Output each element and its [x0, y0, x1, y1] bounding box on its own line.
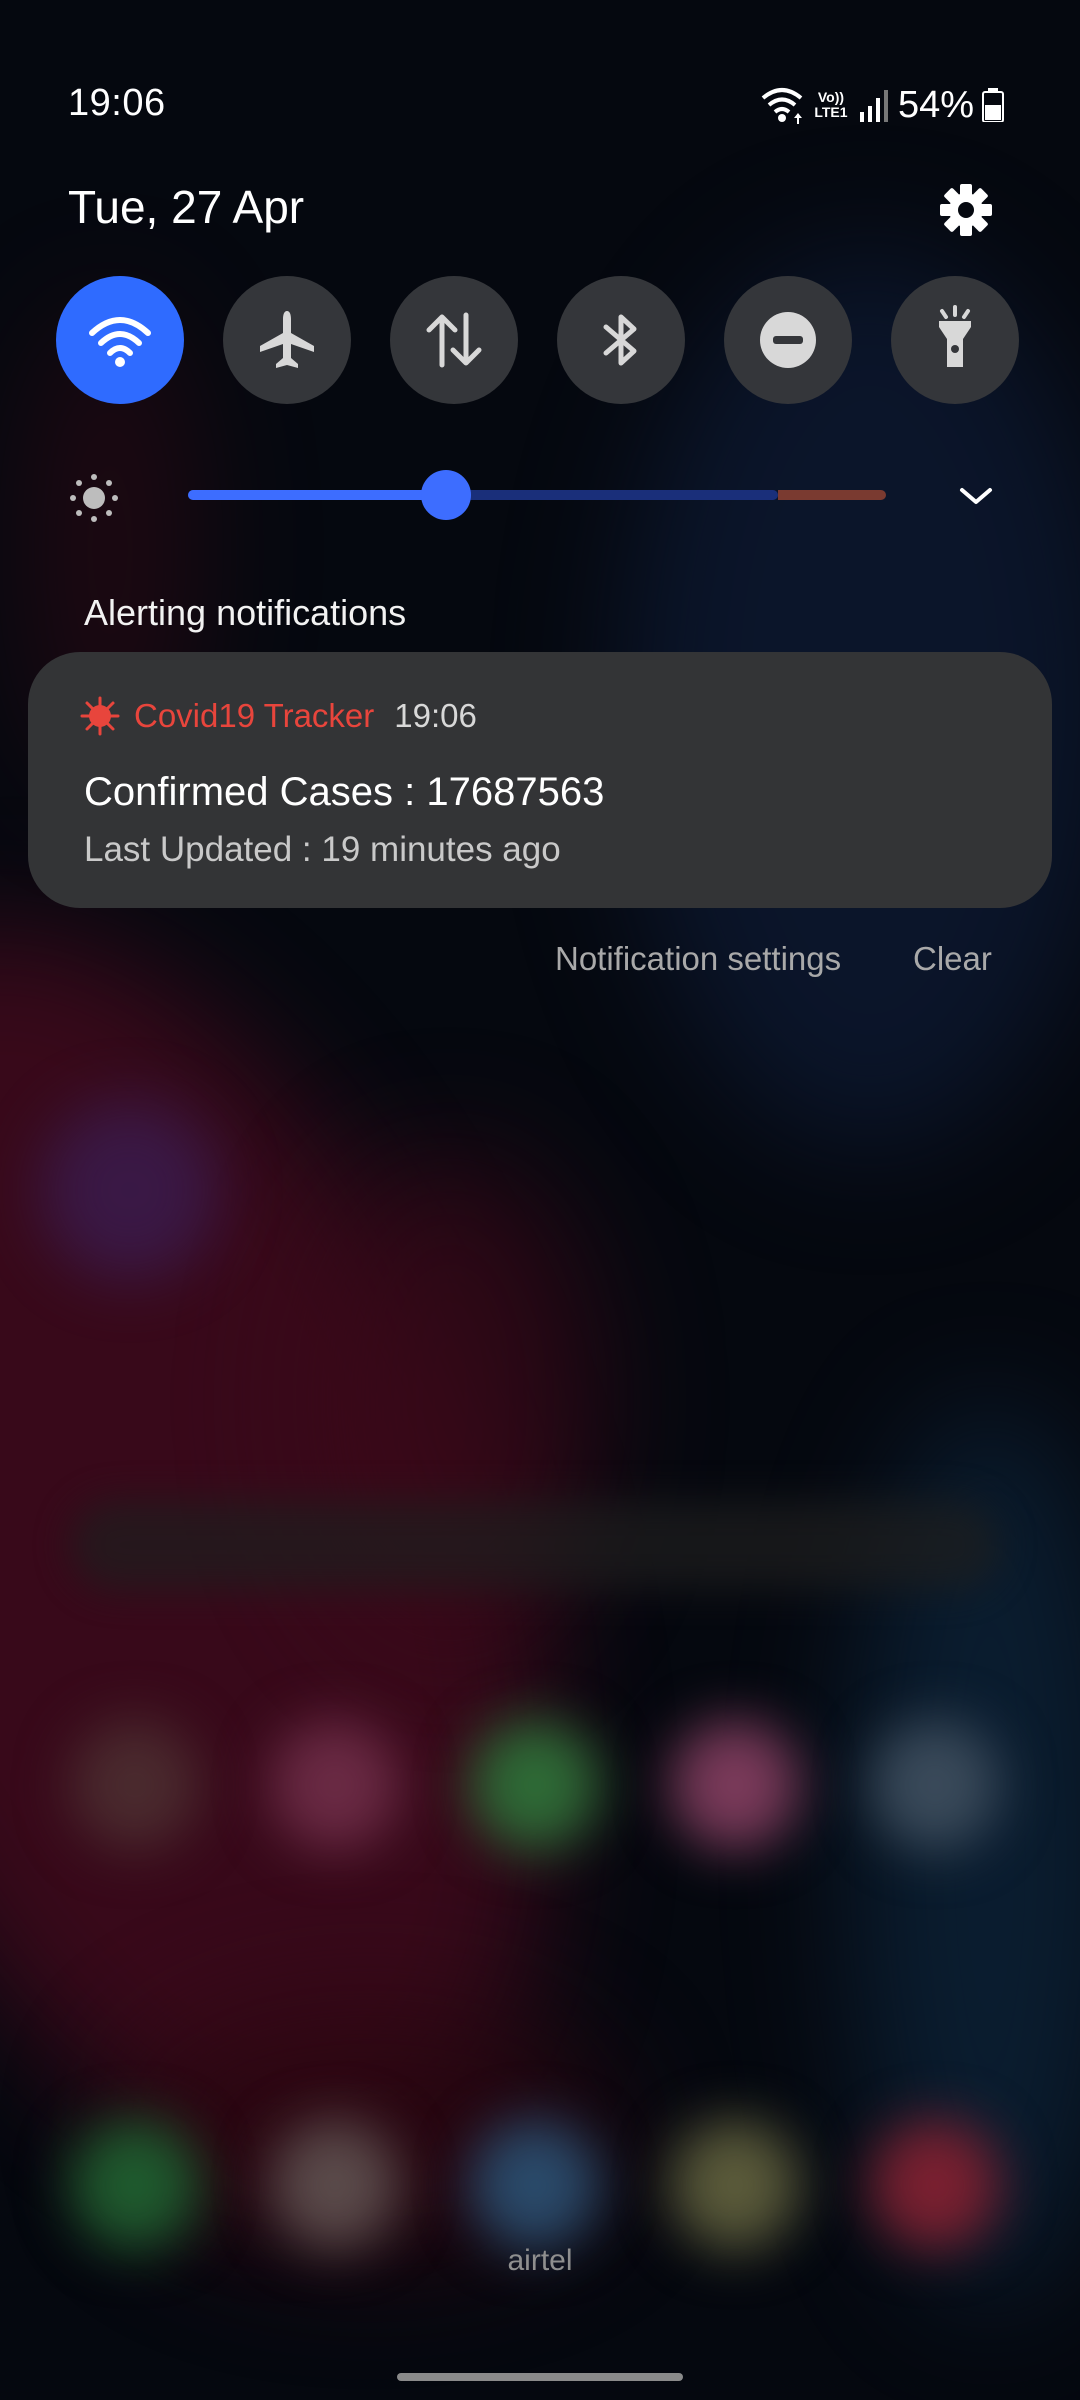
- virus-icon: [80, 696, 120, 736]
- notification-time: 19:06: [394, 697, 477, 734]
- wifi-tile[interactable]: [56, 276, 184, 404]
- gear-icon: [940, 184, 992, 236]
- wifi-icon: [89, 317, 151, 367]
- carrier-label: airtel: [507, 2244, 573, 2277]
- chevron-down-icon: [960, 488, 992, 504]
- battery-icon: [982, 88, 1004, 122]
- bluetooth-tile[interactable]: [557, 276, 685, 404]
- clear-button[interactable]: Clear: [913, 940, 992, 978]
- home-indicator[interactable]: [397, 2373, 683, 2381]
- brightness-icon: [68, 472, 120, 529]
- data-arrows-icon: [426, 312, 482, 368]
- notification-settings-button[interactable]: Notification settings: [555, 940, 841, 978]
- dnd-icon: [760, 312, 816, 368]
- bluetooth-icon: [603, 314, 637, 366]
- status-time: 19:06: [68, 82, 166, 124]
- date-label: Tue, 27 Apr: [68, 181, 305, 233]
- brightness-track-warm: [778, 490, 886, 500]
- expand-panel-button[interactable]: [950, 480, 1002, 512]
- status-icons: Vo)) LTE1 54%: [760, 82, 1004, 128]
- airplane-icon: [260, 311, 314, 368]
- brightness-fill: [188, 490, 446, 500]
- notification-app-name: Covid19 Tracker: [134, 697, 375, 734]
- airplane-mode-tile[interactable]: [223, 276, 351, 404]
- battery-percent: 54%: [897, 83, 974, 126]
- do-not-disturb-tile[interactable]: [724, 276, 852, 404]
- wifi-signal-icon: [761, 88, 803, 124]
- settings-button[interactable]: [938, 182, 994, 238]
- section-title-alerting: Alerting notifications: [84, 592, 407, 633]
- cell-signal-icon: [859, 90, 888, 122]
- brightness-thumb[interactable]: [421, 470, 471, 520]
- notification-header: Covid19 Tracker 19:06: [80, 694, 477, 738]
- flashlight-tile[interactable]: [891, 276, 1019, 404]
- brightness-slider[interactable]: [188, 470, 886, 520]
- volte-lte-label: Vo)) LTE1: [814, 89, 848, 120]
- notification-title: Confirmed Cases : 17687563: [84, 770, 605, 814]
- flashlight-icon: [939, 305, 971, 367]
- mobile-data-tile[interactable]: [390, 276, 518, 404]
- notification-text: Last Updated : 19 minutes ago: [84, 830, 561, 869]
- notification-card[interactable]: Covid19 Tracker 19:06 Confirmed Cases : …: [28, 652, 1052, 908]
